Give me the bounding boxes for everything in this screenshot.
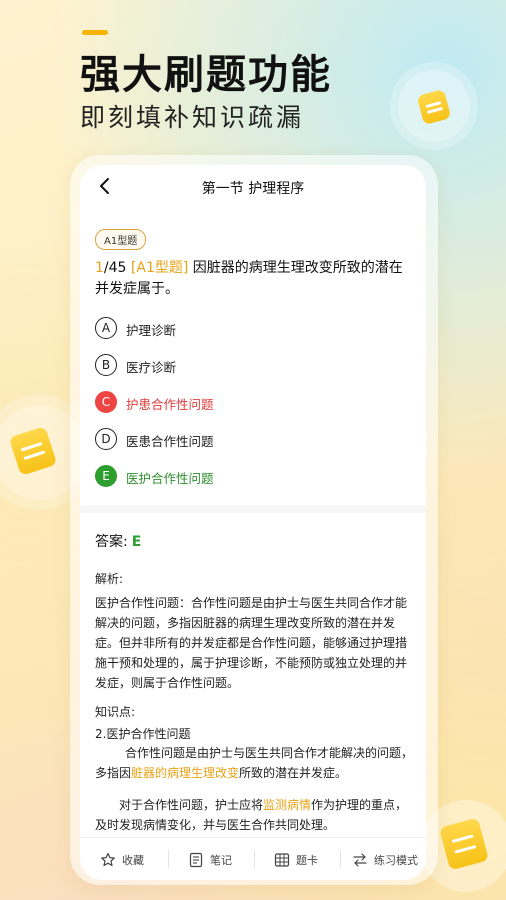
bottom-toolbar: 收藏 笔记 题卡 练习模式: [80, 837, 426, 880]
knowledge-label: 知识点:: [95, 705, 136, 719]
notes-label: 笔记: [210, 853, 232, 867]
switch-icon: [353, 852, 367, 867]
note-icon: [438, 817, 490, 871]
notes-button[interactable]: 笔记: [188, 838, 232, 880]
option-d[interactable]: D 医患合作性问题: [95, 428, 395, 452]
knowledge-title: 2.医护合作性问题: [95, 727, 191, 741]
grid-icon: [274, 852, 290, 867]
option-text: 医疗诊断: [126, 360, 177, 375]
knowledge-paragraph: 对于合作性问题，护士应将监测病情作为护理的重点，及时发现病情变化，并与医生合作共…: [95, 795, 413, 835]
note-icon: [8, 426, 58, 476]
question-stem: 1/45 [A1型题] 因脏器的病理生理改变所致的潜在并发症属于。: [95, 258, 410, 300]
option-letter: C: [95, 391, 117, 413]
favorite-label: 收藏: [122, 853, 144, 867]
option-text: 医护合作性问题: [126, 471, 214, 486]
option-text: 护理诊断: [126, 323, 177, 338]
page-title: 第一节 护理程序: [201, 181, 305, 197]
option-text: 护患合作性问题: [126, 397, 214, 412]
option-b[interactable]: B 医疗诊断: [95, 354, 395, 378]
option-e[interactable]: E 医护合作性问题: [95, 465, 395, 489]
top-bar: 第一节 护理程序: [80, 165, 426, 209]
knowledge-paragraph: 合作性问题是由护士与医生共同合作才能解决的问题，多指因脏器的病理生理改变所致的潜…: [95, 743, 413, 783]
answer-row: 答案: E: [95, 531, 141, 551]
question-number: 1: [95, 260, 104, 276]
knowledge-highlight: 监测病情: [263, 798, 312, 812]
practice-mode-label: 练习模式: [374, 853, 418, 867]
option-letter: B: [95, 354, 117, 376]
answer-card-button[interactable]: 题卡: [274, 838, 318, 880]
option-a[interactable]: A 护理诊断: [95, 317, 395, 341]
notes-icon: [189, 852, 203, 867]
question-type-badge: A1型题: [95, 229, 147, 250]
question-tag: [A1型题]: [130, 260, 189, 276]
question-total: /45: [103, 260, 127, 276]
toolbar-separator: [340, 850, 341, 868]
toolbar-separator: [168, 850, 169, 868]
section-divider: [80, 505, 426, 513]
explanation-label: 解析:: [95, 572, 124, 586]
option-c[interactable]: C 护患合作性问题: [95, 391, 395, 415]
option-letter: E: [95, 465, 117, 487]
hero-title: 强大刷题功能: [80, 52, 332, 98]
star-icon: [101, 852, 115, 866]
favorite-button[interactable]: 收藏: [100, 838, 144, 880]
practice-mode-button[interactable]: 练习模式: [352, 838, 418, 880]
knowledge-text: 对于合作性问题，护士应将: [119, 798, 264, 812]
option-letter: D: [95, 428, 117, 450]
toolbar-separator: [254, 850, 255, 868]
option-text: 医患合作性问题: [126, 434, 214, 449]
decor-note-bubble: [398, 70, 470, 142]
answer-label: 答案:: [95, 534, 128, 550]
explanation-text: 医护合作性问题：合作性问题是由护士与医生共同合作才能解决的问题，多指因脏器的病理…: [95, 596, 408, 690]
answer-value: E: [131, 534, 142, 550]
note-icon: [416, 88, 452, 126]
answer-card-label: 题卡: [296, 853, 318, 867]
option-letter: A: [95, 317, 117, 339]
hero-accent-bar: [82, 30, 108, 35]
question-screen: 第一节 护理程序 A1型题 1/45 [A1型题] 因脏器的病理生理改变所致的潜…: [80, 165, 426, 880]
knowledge-highlight: 脏器的病理生理改变: [131, 766, 240, 780]
knowledge-text: 所致的潜在并发症。: [239, 766, 348, 780]
hero-subtitle: 即刻填补知识疏漏: [80, 103, 305, 132]
